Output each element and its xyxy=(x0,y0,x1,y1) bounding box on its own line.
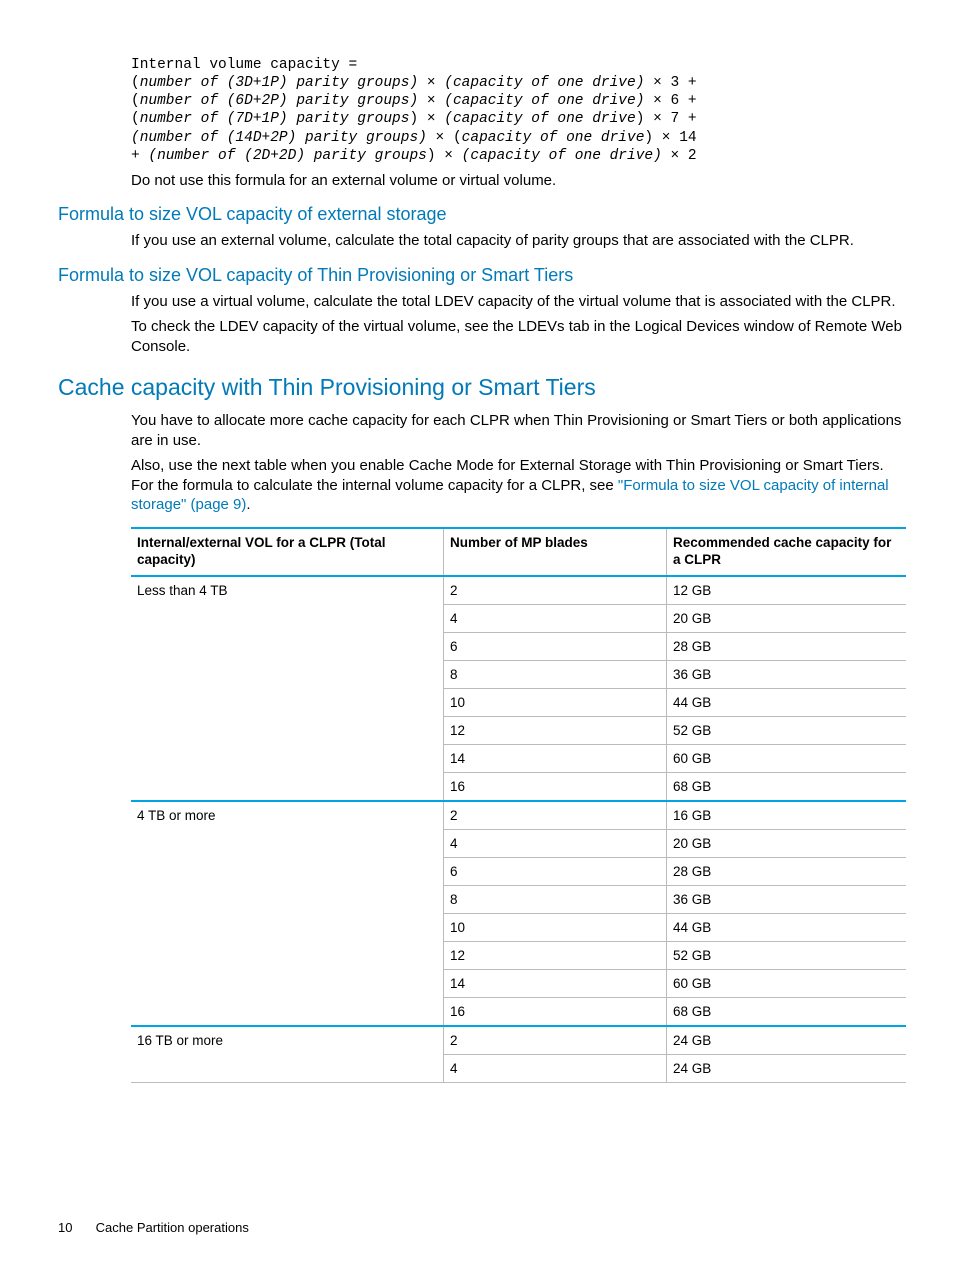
table-cell-group-label: Less than 4 TB xyxy=(131,576,444,801)
body-paragraph: Do not use this formula for an external … xyxy=(131,171,904,191)
code-text-italic: (capacity of one drive) xyxy=(462,148,662,164)
table-cell-mp: 6 xyxy=(444,857,667,885)
code-text: × ( xyxy=(427,130,462,146)
table-cell-cache: 68 GB xyxy=(667,997,907,1026)
table-cell-mp: 14 xyxy=(444,744,667,772)
code-text-italic: capacity of one drive xyxy=(462,130,645,146)
code-text-italic: (capacity of one drive) xyxy=(444,75,644,91)
table-cell-cache: 60 GB xyxy=(667,744,907,772)
table-cell-group-label: 16 TB or more xyxy=(131,1026,444,1083)
table-cell-mp: 14 xyxy=(444,969,667,997)
code-text-italic: number of (3D+1P) parity groups) xyxy=(140,75,418,91)
table-cell-cache: 28 GB xyxy=(667,632,907,660)
table-cell-cache: 68 GB xyxy=(667,772,907,801)
footer-section: Cache Partition operations xyxy=(96,1220,249,1235)
table-cell-cache: 24 GB xyxy=(667,1026,907,1055)
code-text: × 6 + xyxy=(644,93,696,109)
table-cell-mp: 2 xyxy=(444,801,667,830)
body-paragraph: You have to allocate more cache capacity… xyxy=(131,411,904,450)
table-cell-mp: 10 xyxy=(444,913,667,941)
code-text: ( xyxy=(131,93,140,109)
heading-thin-provisioning-formula: Formula to size VOL capacity of Thin Pro… xyxy=(58,265,904,286)
body-paragraph: If you use a virtual volume, calculate t… xyxy=(131,292,904,312)
table-cell-cache: 36 GB xyxy=(667,885,907,913)
code-text-italic: number of (6D+2P) parity groups) xyxy=(140,93,418,109)
code-text: × 2 xyxy=(662,148,697,164)
code-text-italic: number of (7D+1P) parity groups xyxy=(140,111,410,127)
table-cell-cache: 60 GB xyxy=(667,969,907,997)
table-cell-cache: 12 GB xyxy=(667,576,907,605)
code-text: × xyxy=(418,93,444,109)
table-cell-mp: 8 xyxy=(444,885,667,913)
table-cell-cache: 20 GB xyxy=(667,829,907,857)
table-cell-mp: 4 xyxy=(444,1054,667,1082)
table-cell-cache: 52 GB xyxy=(667,941,907,969)
body-paragraph: To check the LDEV capacity of the virtua… xyxy=(131,317,904,356)
code-text: ( xyxy=(131,111,140,127)
page-number: 10 xyxy=(58,1220,92,1235)
table-cell-cache: 36 GB xyxy=(667,660,907,688)
code-text: ( xyxy=(131,75,140,91)
cache-capacity-table: Internal/external VOL for a CLPR (Total … xyxy=(131,527,906,1083)
page-footer: 10 Cache Partition operations xyxy=(58,1220,249,1235)
table-cell-cache: 20 GB xyxy=(667,604,907,632)
code-text: + xyxy=(131,148,148,164)
body-paragraph: If you use an external volume, calculate… xyxy=(131,231,904,251)
heading-cache-capacity: Cache capacity with Thin Provisioning or… xyxy=(58,374,904,401)
code-text: ) × xyxy=(409,111,444,127)
table-cell-cache: 52 GB xyxy=(667,716,907,744)
body-paragraph: Also, use the next table when you enable… xyxy=(131,456,904,515)
code-text: × xyxy=(418,75,444,91)
table-cell-mp: 12 xyxy=(444,716,667,744)
table-cell-group-label: 4 TB or more xyxy=(131,801,444,1026)
table-cell-mp: 16 xyxy=(444,772,667,801)
table-cell-mp: 2 xyxy=(444,1026,667,1055)
table-cell-mp: 2 xyxy=(444,576,667,605)
code-text: ) × xyxy=(427,148,462,164)
table-cell-mp: 12 xyxy=(444,941,667,969)
table-header: Internal/external VOL for a CLPR (Total … xyxy=(131,528,444,576)
code-text-italic: (number of (2D+2D) parity groups xyxy=(148,148,426,164)
table-cell-cache: 44 GB xyxy=(667,913,907,941)
table-cell-cache: 16 GB xyxy=(667,801,907,830)
table-row: 16 TB or more224 GB xyxy=(131,1026,906,1055)
table-cell-mp: 16 xyxy=(444,997,667,1026)
code-line: Internal volume capacity = xyxy=(131,57,357,73)
table-row: 4 TB or more216 GB xyxy=(131,801,906,830)
heading-external-storage: Formula to size VOL capacity of external… xyxy=(58,204,904,225)
code-text: ) × 14 xyxy=(644,130,696,146)
body-text: . xyxy=(246,496,250,513)
table-cell-cache: 24 GB xyxy=(667,1054,907,1082)
table-row: Less than 4 TB212 GB xyxy=(131,576,906,605)
table-cell-mp: 4 xyxy=(444,604,667,632)
table-cell-mp: 4 xyxy=(444,829,667,857)
code-text-italic: (number of (14D+2P) parity groups) xyxy=(131,130,427,146)
table-cell-cache: 44 GB xyxy=(667,688,907,716)
table-cell-mp: 6 xyxy=(444,632,667,660)
code-text: ) × 7 + xyxy=(636,111,697,127)
formula-code-block: Internal volume capacity = (number of (3… xyxy=(131,56,904,165)
table-cell-cache: 28 GB xyxy=(667,857,907,885)
code-text: × 3 + xyxy=(644,75,696,91)
code-text-italic: (capacity of one drive xyxy=(444,111,635,127)
table-header: Number of MP blades xyxy=(444,528,667,576)
table-cell-mp: 8 xyxy=(444,660,667,688)
table-header: Recommended cache capacity for a CLPR xyxy=(667,528,907,576)
table-cell-mp: 10 xyxy=(444,688,667,716)
code-text-italic: (capacity of one drive) xyxy=(444,93,644,109)
